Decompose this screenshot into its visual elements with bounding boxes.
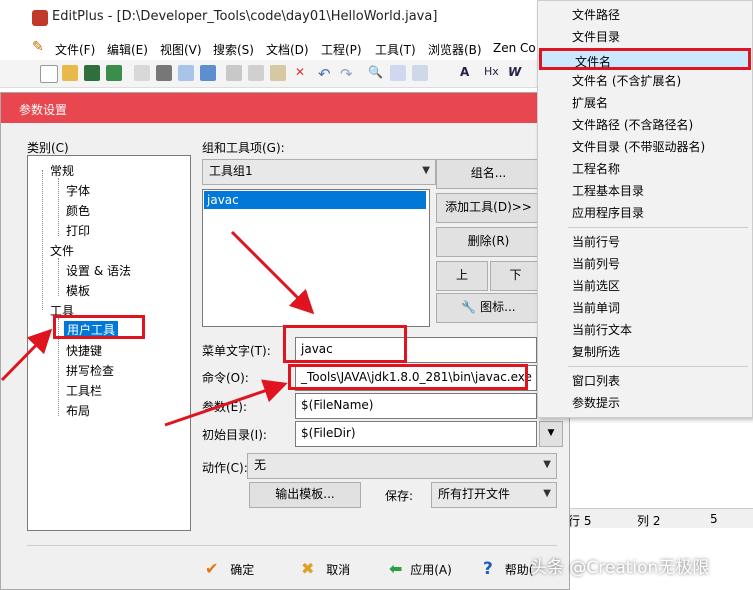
menu-item-file-dir-nodrive[interactable]: 文件目录 (不带驱动器名): [539, 136, 751, 158]
menu-item-current-line-text[interactable]: 当前行文本: [539, 319, 751, 341]
menu-item-window-list[interactable]: 窗口列表: [539, 370, 751, 392]
menu-item-extension[interactable]: 扩展名: [539, 92, 751, 114]
menu-item-current-selection[interactable]: 当前选区: [539, 275, 751, 297]
annotation-arrow-left: [0, 328, 53, 382]
menu-separator: [568, 227, 748, 228]
menu-item-file-dir[interactable]: 文件目录: [539, 26, 751, 48]
menu-item-file-path[interactable]: 文件路径: [539, 4, 751, 26]
menu-item-file-name[interactable]: 文件名: [539, 48, 751, 70]
menu-item-current-word[interactable]: 当前单词: [539, 297, 751, 319]
annotation-arrow-lower: [164, 379, 288, 427]
menu-item-current-line[interactable]: 当前行号: [539, 231, 751, 253]
menu-item-file-path-nopath[interactable]: 文件路径 (不含路径名): [539, 114, 751, 136]
menu-separator: [568, 366, 748, 367]
menu-item-project-name[interactable]: 工程名称: [539, 158, 751, 180]
menu-item-app-dir[interactable]: 应用程序目录: [539, 202, 751, 224]
menu-item-file-name-noext[interactable]: 文件名 (不含扩展名): [539, 70, 751, 92]
argument-context-menu: 文件路径 文件目录 文件名 文件名 (不含扩展名) 扩展名 文件路径 (不含路径…: [537, 0, 753, 418]
menu-item-copy-selection[interactable]: 复制所选: [539, 341, 751, 363]
menu-item-current-column[interactable]: 当前列号: [539, 253, 751, 275]
menu-item-argument-prompt[interactable]: 参数提示: [539, 392, 751, 414]
watermark: 头条 @Creation无极限: [530, 558, 710, 578]
menu-item-project-base-dir[interactable]: 工程基本目录: [539, 180, 751, 202]
annotation-arrow-center: [230, 230, 315, 315]
